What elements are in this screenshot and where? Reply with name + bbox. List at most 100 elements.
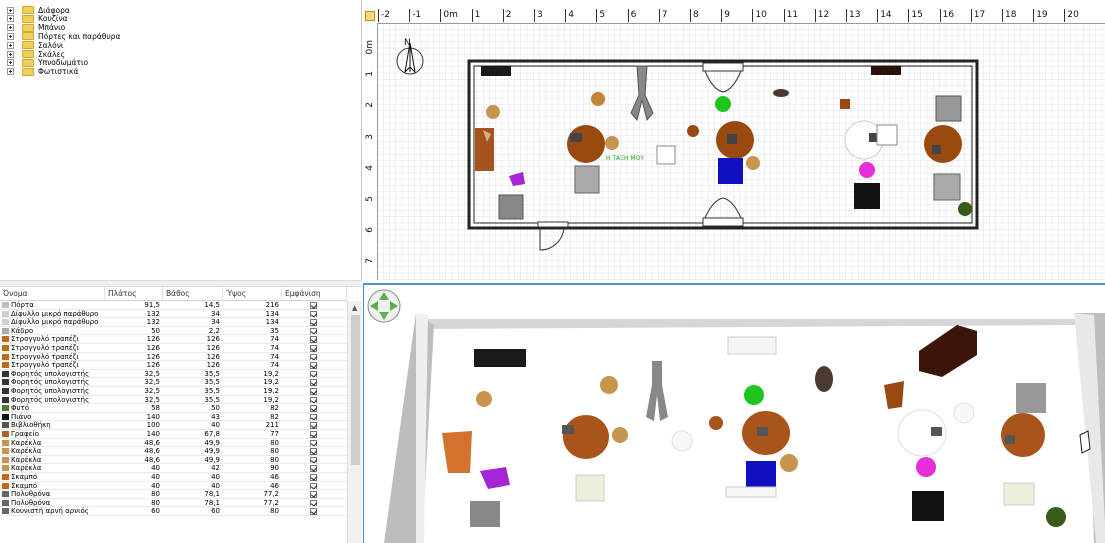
window-3d-bottom[interactable] (725, 486, 777, 498)
visible-checkbox[interactable] (310, 319, 317, 326)
table-row[interactable]: Κάδρο 50 2,2 35 (0, 327, 347, 336)
visible-checkbox[interactable] (310, 508, 317, 516)
table-row[interactable]: Δίφυλλο μικρό παράθυρο 132 34 134 (0, 318, 347, 327)
stool-3d[interactable] (709, 416, 723, 430)
blue-desk-3d[interactable] (746, 461, 776, 487)
table-row[interactable]: Φορητός υπολογιστής 32,5 35,5 19,2 (0, 387, 347, 396)
table-row[interactable]: Φορητός υπολογιστής 32,5 35,5 19,2 (0, 396, 347, 405)
plant-3d[interactable] (1046, 507, 1066, 527)
visible-checkbox[interactable] (310, 336, 317, 344)
table-row[interactable]: Στρογγυλό τραπέζι 126 126 74 (0, 353, 347, 362)
table-row[interactable]: Στρογγυλό τραπέζι 126 126 74 (0, 344, 347, 353)
expand-icon[interactable] (7, 68, 14, 76)
visible-checkbox[interactable] (310, 370, 317, 378)
armchair-3d-4[interactable] (1003, 482, 1035, 506)
table-row[interactable]: Φυτό 58 50 82 (0, 404, 347, 413)
visible-checkbox[interactable] (310, 499, 317, 507)
visible-checkbox[interactable] (310, 388, 317, 395)
table-row[interactable]: Βιβλιοθήκη 100 40 211 (0, 421, 347, 430)
window-3d[interactable] (727, 336, 777, 355)
visible-checkbox[interactable] (310, 439, 317, 447)
expand-icon[interactable] (7, 6, 14, 14)
laptop-3d-1[interactable] (562, 425, 574, 434)
visible-checkbox[interactable] (310, 474, 317, 481)
scroll-up-icon[interactable]: ▲ (352, 304, 357, 312)
table-row[interactable]: Κουνιστή αρνή αρνιός 60 60 80 (0, 507, 347, 516)
catalog-category[interactable]: Φωτιστικά (0, 67, 78, 77)
frame-3d[interactable] (1079, 430, 1091, 454)
visible-checkbox[interactable] (310, 379, 317, 387)
table-row[interactable]: Σκαμπό 40 40 46 (0, 482, 347, 491)
visible-checkbox[interactable] (310, 448, 317, 455)
expand-icon[interactable] (7, 41, 14, 49)
column-header-height[interactable]: Ύψος (223, 287, 282, 301)
visible-checkbox[interactable] (310, 482, 317, 490)
visible-checkbox[interactable] (310, 413, 317, 421)
table-row[interactable]: Στρογγυλό τραπέζι 126 126 74 (0, 361, 347, 370)
chair-3d-1[interactable] (600, 376, 618, 394)
table-row[interactable]: Καρέκλα 48,6 49,9 80 (0, 456, 347, 465)
chair-3d-2[interactable] (476, 391, 492, 407)
expand-icon[interactable] (7, 15, 14, 23)
column-header-visible[interactable]: Εμφάνιση (282, 287, 347, 301)
table-row[interactable]: Φορητός υπολογιστής 32,5 35,5 19,2 (0, 378, 347, 387)
lock-icon[interactable] (365, 11, 375, 21)
armchair-3d-3[interactable] (1016, 383, 1046, 413)
round-table-3d-1[interactable] (563, 415, 609, 459)
table-row[interactable]: Πολυθρόνα 80 78,1 77,2 (0, 499, 347, 508)
expand-icon[interactable] (7, 59, 14, 67)
column-header-name[interactable]: Όνομα (0, 287, 105, 301)
table-row[interactable]: Σκαμπό 40 40 46 (0, 473, 347, 482)
column-header-width[interactable]: Πλάτος (105, 287, 163, 301)
chair-3d-magenta[interactable] (916, 457, 936, 477)
table-row[interactable]: Στρογγυλό τραπέζι 126 126 74 (0, 335, 347, 344)
furniture-list-scrollbar[interactable]: ▲ (347, 301, 362, 543)
visible-checkbox[interactable] (310, 465, 317, 473)
white-chair-3d-1[interactable] (671, 430, 693, 452)
plan-view[interactable]: -2 -1 0m 1 2 3 4 5 6 7 8 9 10 11 12 13 14 15 16 17 18 19 20 0m… (363, 0, 1105, 280)
visible-checkbox[interactable] (310, 345, 317, 352)
expand-icon[interactable] (7, 24, 14, 32)
piano-3d[interactable] (474, 349, 526, 367)
table-row[interactable]: Δίφυλλο μικρό παράθυρο 132 34 134 (0, 310, 347, 319)
visible-checkbox[interactable] (310, 405, 317, 412)
visible-checkbox[interactable] (310, 310, 317, 318)
navigation-arrows-icon[interactable] (367, 289, 401, 323)
visible-checkbox[interactable] (310, 422, 317, 430)
laptop-3d-2[interactable] (757, 427, 768, 436)
expand-icon[interactable] (7, 32, 14, 40)
table-row[interactable]: Καρέκλα 48,6 49,9 80 (0, 439, 347, 448)
visible-checkbox[interactable] (310, 362, 317, 369)
table-row[interactable]: Πιάνο 140 43 82 (0, 413, 347, 422)
table-row[interactable]: Πόρτα 91,5 14,5 216 (0, 301, 347, 310)
window-icon (2, 310, 9, 317)
table-row[interactable]: Γραφείο 140 67,8 77 (0, 430, 347, 439)
table-row[interactable]: Καρέκλα 40 42 90 (0, 464, 347, 473)
table-row[interactable]: Καρέκλα 48,6 49,9 80 (0, 447, 347, 456)
visible-checkbox[interactable] (310, 302, 317, 309)
armchair-3d-1[interactable] (575, 474, 605, 502)
column-header-depth[interactable]: Βάθος (163, 287, 223, 301)
plan-canvas[interactable] (363, 0, 1105, 280)
table-row[interactable]: Πολυθρόνα 80 78,1 77,2 (0, 490, 347, 499)
dark-chair-3d[interactable] (912, 491, 944, 521)
visible-checkbox[interactable] (310, 491, 317, 498)
armchair-3d-2[interactable] (470, 501, 500, 527)
left-pane-splitter[interactable] (0, 280, 362, 287)
laptop-3d-4[interactable] (1005, 435, 1015, 444)
white-chair-3d-2[interactable] (953, 402, 975, 424)
laptop-3d-3[interactable] (931, 427, 942, 436)
3d-view[interactable] (363, 283, 1105, 543)
visible-checkbox[interactable] (310, 431, 317, 438)
chair-3d-4[interactable] (612, 427, 628, 443)
visible-checkbox[interactable] (310, 396, 317, 404)
table-row[interactable]: Φορητός υπολογιστής 32,5 35,5 19,2 (0, 370, 347, 379)
chair-3d-green[interactable] (744, 385, 764, 405)
visible-checkbox[interactable] (310, 456, 317, 464)
scrollbar-thumb[interactable] (351, 315, 360, 465)
visible-checkbox[interactable] (310, 327, 317, 335)
expand-icon[interactable] (7, 50, 14, 58)
visible-checkbox[interactable] (310, 353, 317, 361)
chair-3d-3[interactable] (780, 454, 798, 472)
dog-3d[interactable] (815, 366, 833, 392)
